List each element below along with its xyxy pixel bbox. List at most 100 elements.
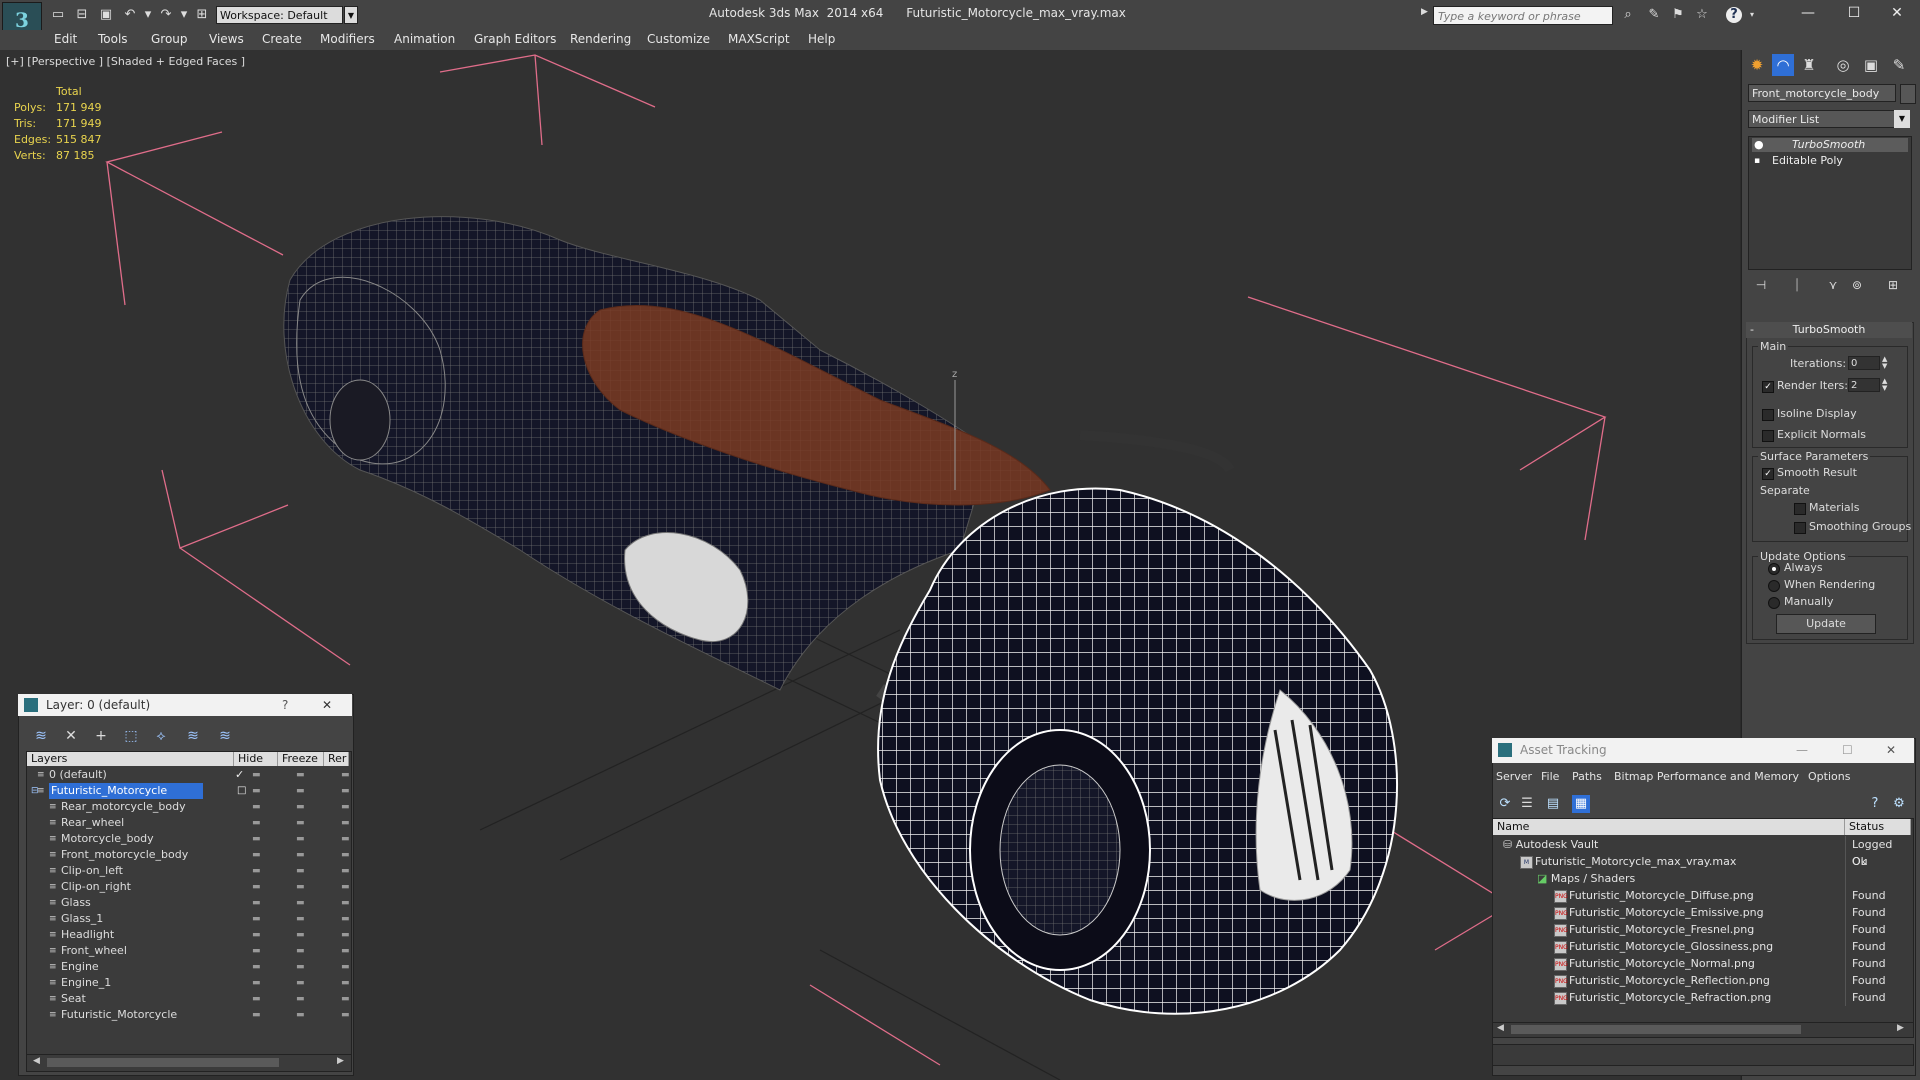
configure-sets-icon[interactable]: ⊞ <box>1884 278 1902 294</box>
render-toggle[interactable]: ▬ <box>341 975 350 991</box>
update-button[interactable]: Update <box>1776 614 1876 634</box>
asset-row[interactable]: PNGFuturistic_Motorcycle_Emissive.png Fou… <box>1493 904 1911 921</box>
help-icon[interactable]: ? <box>1866 795 1884 813</box>
layer-dialog-titlebar[interactable]: Layer: 0 (default) ? ✕ <box>18 694 352 716</box>
menu-customize[interactable]: Customize <box>647 32 710 46</box>
menu-bitmap-performance[interactable]: Bitmap Performance and Memory <box>1614 770 1799 783</box>
column-header-freeze[interactable]: Freeze <box>278 752 324 766</box>
scroll-right-icon[interactable]: ▶ <box>1897 1023 1904 1033</box>
freeze-all-icon[interactable]: ≋ <box>214 726 236 746</box>
hide-toggle[interactable]: ▬ <box>252 783 261 799</box>
hide-toggle[interactable]: ▬ <box>252 863 261 879</box>
current-layer-icon[interactable]: □ <box>237 783 246 799</box>
render-toggle[interactable]: ▬ <box>341 879 350 895</box>
menu-graph-editors[interactable]: Graph Editors <box>474 32 556 46</box>
asset-row[interactable]: PNGFuturistic_Motorcycle_Diffuse.png Foun… <box>1493 887 1911 904</box>
hide-toggle[interactable]: ▬ <box>252 815 261 831</box>
layer-row[interactable]: ≡ 0 (default) ▬ ▬ ▬ ✓ <box>27 767 350 783</box>
iterations-spinner[interactable]: 0 <box>1848 356 1880 370</box>
search-expand-icon[interactable]: ▶ <box>1421 7 1431 23</box>
freeze-toggle[interactable]: ▬ <box>296 799 305 815</box>
redo-icon[interactable]: ↷ <box>158 7 174 23</box>
thumbnail-view-icon[interactable]: ▤ <box>1544 795 1562 813</box>
render-toggle[interactable]: ▬ <box>341 895 350 911</box>
asset-row[interactable]: PNGFuturistic_Motorcycle_Fresnel.png Foun… <box>1493 921 1911 938</box>
asset-row[interactable]: PNGFuturistic_Motorcycle_Refraction.png F… <box>1493 989 1911 1006</box>
freeze-toggle[interactable]: ▬ <box>296 767 305 783</box>
render-toggle[interactable]: ▬ <box>341 831 350 847</box>
object-name-field[interactable]: Front_motorcycle_body <box>1748 84 1896 102</box>
show-end-result-icon[interactable]: ⏐ <box>1788 278 1806 294</box>
menu-create[interactable]: Create <box>262 32 302 46</box>
chevron-down-icon[interactable]: ▼ <box>1894 110 1910 128</box>
new-file-icon[interactable]: ▭ <box>50 7 66 23</box>
minimize-button[interactable]: — <box>1785 0 1831 28</box>
layer-row[interactable]: ≡ Front_wheel ▬ ▬ ▬ <box>27 943 350 959</box>
isoline-display-checkbox[interactable] <box>1762 409 1774 421</box>
freeze-toggle[interactable]: ▬ <box>296 847 305 863</box>
materials-checkbox[interactable] <box>1794 503 1806 515</box>
hide-toggle[interactable]: ▬ <box>252 799 261 815</box>
freeze-toggle[interactable]: ▬ <box>296 911 305 927</box>
subscription-icon[interactable]: ⚑ <box>1670 7 1686 23</box>
search-input[interactable]: Type a keyword or phrase <box>1433 6 1613 25</box>
collapse-icon[interactable]: ⊟ <box>31 783 39 799</box>
freeze-toggle[interactable]: ▬ <box>296 815 305 831</box>
smooth-result-checkbox[interactable]: ✓ <box>1762 468 1774 480</box>
asset-row[interactable]: PNGFuturistic_Motorcycle_Glossiness.png F… <box>1493 938 1911 955</box>
scroll-right-icon[interactable]: ▶ <box>337 1056 344 1066</box>
render-toggle[interactable]: ▬ <box>341 863 350 879</box>
utilities-tab-icon[interactable]: ✎ <box>1888 54 1910 76</box>
undo-dropdown-icon[interactable]: ▾ <box>140 7 156 23</box>
motion-tab-icon[interactable]: ◎ <box>1832 54 1854 76</box>
menu-modifiers[interactable]: Modifiers <box>320 32 375 46</box>
render-toggle[interactable]: ▬ <box>341 943 350 959</box>
scroll-left-icon[interactable]: ◀ <box>33 1056 40 1066</box>
hide-all-icon[interactable]: ≋ <box>182 726 204 746</box>
delete-layer-icon[interactable]: ✕ <box>60 726 82 746</box>
layer-row[interactable]: ≡ Front_motorcycle_body ▬ ▬ ▬ <box>27 847 350 863</box>
column-header-layers[interactable]: Layers <box>27 752 234 766</box>
close-button[interactable]: ✕ <box>1874 0 1920 28</box>
list-view-icon[interactable]: ☰ <box>1518 795 1536 813</box>
help-icon[interactable]: ? <box>1726 7 1742 23</box>
horizontal-scrollbar[interactable]: ◀ ▶ <box>1492 1022 1914 1038</box>
asset-row[interactable]: PNGFuturistic_Motorcycle_Normal.png Found <box>1493 955 1911 972</box>
add-to-layer-icon[interactable]: + <box>90 726 112 746</box>
asset-row[interactable]: M Futuristic_Motorcycle_max_vray.max Ok <box>1493 853 1911 870</box>
menu-rendering[interactable]: Rendering <box>570 32 631 46</box>
close-button[interactable]: ✕ <box>1886 738 1896 763</box>
menu-paths[interactable]: Paths <box>1572 770 1602 783</box>
redo-dropdown-icon[interactable]: ▾ <box>176 7 192 23</box>
layer-row[interactable]: ≡ Motorcycle_body ▬ ▬ ▬ <box>27 831 350 847</box>
undo-icon[interactable]: ↶ <box>122 7 138 23</box>
chevron-down-icon[interactable]: ▼ <box>344 6 358 24</box>
render-toggle[interactable]: ▬ <box>341 911 350 927</box>
layer-row[interactable]: ≡ Clip-on_left ▬ ▬ ▬ <box>27 863 350 879</box>
layer-row[interactable]: ≡ Futuristic_Motorcycle ▬ ▬ ▬ <box>27 1007 350 1023</box>
render-toggle[interactable]: ▬ <box>341 847 350 863</box>
horizontal-scrollbar[interactable]: ◀ ▶ <box>26 1054 352 1072</box>
render-iters-spinner[interactable]: 2 <box>1848 378 1880 392</box>
menu-file[interactable]: File <box>1541 770 1559 783</box>
explicit-normals-checkbox[interactable] <box>1762 430 1774 442</box>
stack-item-turbosmooth[interactable]: ● TurboSmooth <box>1752 138 1908 152</box>
table-view-icon[interactable]: ▦ <box>1572 795 1590 813</box>
display-tab-icon[interactable]: ▣ <box>1860 54 1882 76</box>
hide-toggle[interactable]: ▬ <box>252 911 261 927</box>
when-rendering-radio[interactable] <box>1768 580 1780 592</box>
hide-toggle[interactable]: ▬ <box>252 847 261 863</box>
freeze-toggle[interactable]: ▬ <box>296 895 305 911</box>
menu-server[interactable]: Server <box>1496 770 1532 783</box>
asset-row[interactable]: PNGFuturistic_Motorcycle_Reflection.png F… <box>1493 972 1911 989</box>
pin-stack-icon[interactable]: ⊣ <box>1752 278 1770 294</box>
create-layer-icon[interactable]: ≋ <box>30 726 52 746</box>
modifier-list-dropdown[interactable]: Modifier List <box>1748 110 1910 128</box>
create-tab-icon[interactable]: ✹ <box>1746 54 1768 76</box>
layer-row[interactable]: ≡ Headlight ▬ ▬ ▬ <box>27 927 350 943</box>
freeze-toggle[interactable]: ▬ <box>296 975 305 991</box>
render-toggle[interactable]: ▬ <box>341 815 350 831</box>
render-toggle[interactable]: ▬ <box>341 927 350 943</box>
minimize-button[interactable]: — <box>1796 738 1808 763</box>
asset-row[interactable]: ⛁ Autodesk Vault Logged Ou <box>1493 836 1911 868</box>
